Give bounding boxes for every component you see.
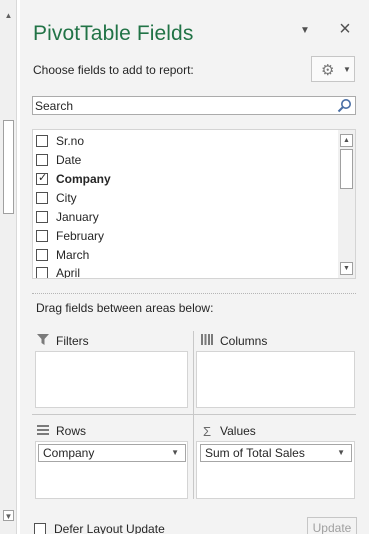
rows-field-company[interactable]: Company ▼ [38,444,186,462]
field-checkbox[interactable] [36,248,48,261]
field-label: March [56,247,90,262]
values-field-sum-of-total-sales[interactable]: Sum of Total Sales ▼ [200,444,352,462]
field-label: January [56,209,99,224]
pane-title: PivotTable Fields [33,22,194,45]
sigma-icon: Σ [202,423,212,439]
scroll-down-icon[interactable]: ▼ [340,262,353,275]
values-label: Values [220,424,256,438]
rows-label: Rows [56,424,87,438]
field-checkbox[interactable] [36,191,48,204]
filters-label: Filters [56,334,89,348]
columns-icon [200,334,214,348]
gear-icon: ⚙ [321,62,335,79]
defer-layout-update[interactable]: Defer Layout Update [34,522,165,534]
close-icon[interactable]: × [336,19,354,39]
field-item-march[interactable]: March [36,245,89,264]
scroll-up-icon[interactable]: ▲ [3,10,14,21]
field-list-scrollbar[interactable]: ▲ ▼ [338,130,355,278]
filters-area-header: Filters [36,333,89,349]
rows-field-label: Company [43,446,95,460]
defer-label: Defer Layout Update [54,522,165,534]
scroll-up-icon[interactable]: ▲ [340,134,353,147]
field-item-company[interactable]: Company [36,169,111,188]
search-icon[interactable] [337,98,352,113]
scroll-down-icon[interactable]: ▼ [3,510,14,521]
field-label: Sr.no [56,133,85,148]
search-input[interactable]: Search [32,96,356,115]
field-label: April [56,265,81,279]
filters-drop-area[interactable] [35,351,188,408]
pivottable-fields-pane: PivotTable Fields ▼ × Choose fields to a… [20,0,369,534]
field-checkbox[interactable] [36,134,48,147]
scroll-thumb[interactable] [340,149,353,189]
search-placeholder: Search [35,99,74,113]
rows-area-header: Rows [36,423,86,439]
area-divider-vertical [193,331,194,499]
sheet-vertical-scrollbar[interactable]: ▲ ▼ [0,0,17,534]
values-area-header: Σ Values [200,423,256,439]
defer-checkbox[interactable] [34,523,46,534]
rows-drop-area[interactable]: Company ▼ [35,441,188,499]
field-label: Date [56,152,82,167]
scroll-thumb[interactable] [3,120,14,214]
field-item-city[interactable]: City [36,188,77,207]
filter-icon [36,334,50,348]
field-label: City [56,190,77,205]
rows-icon [36,424,50,438]
tools-button[interactable]: ⚙ ▼ [311,56,355,82]
columns-label: Columns [220,334,268,348]
field-checkbox[interactable] [36,153,48,166]
field-item-date[interactable]: Date [36,150,81,169]
chevron-down-icon: ▼ [343,65,351,74]
field-label: February [56,228,105,243]
field-item-srno[interactable]: Sr.no [36,131,84,150]
field-checkbox[interactable] [36,266,48,278]
divider [32,293,356,294]
field-list[interactable]: Sr.no Date Company City January February… [32,129,356,279]
columns-drop-area[interactable] [196,351,355,408]
field-label: Company [56,171,111,186]
chevron-down-icon[interactable]: ▼ [171,445,179,461]
area-divider-horizontal [32,414,356,415]
columns-area-header: Columns [200,333,267,349]
field-item-february[interactable]: February [36,226,104,245]
update-button[interactable]: Update [307,517,357,534]
choose-fields-label: Choose fields to add to report: [33,63,194,77]
pane-options-dropdown-icon[interactable]: ▼ [298,24,312,38]
drag-fields-label: Drag fields between areas below: [36,301,214,315]
field-item-april[interactable]: April [36,263,81,279]
field-checkbox[interactable] [36,210,48,223]
field-checkbox-checked[interactable] [36,171,48,185]
values-field-label: Sum of Total Sales [205,446,305,460]
values-drop-area[interactable]: Sum of Total Sales ▼ [196,441,355,499]
chevron-down-icon[interactable]: ▼ [337,445,345,461]
field-item-january[interactable]: January [36,207,99,226]
field-checkbox[interactable] [36,229,48,242]
